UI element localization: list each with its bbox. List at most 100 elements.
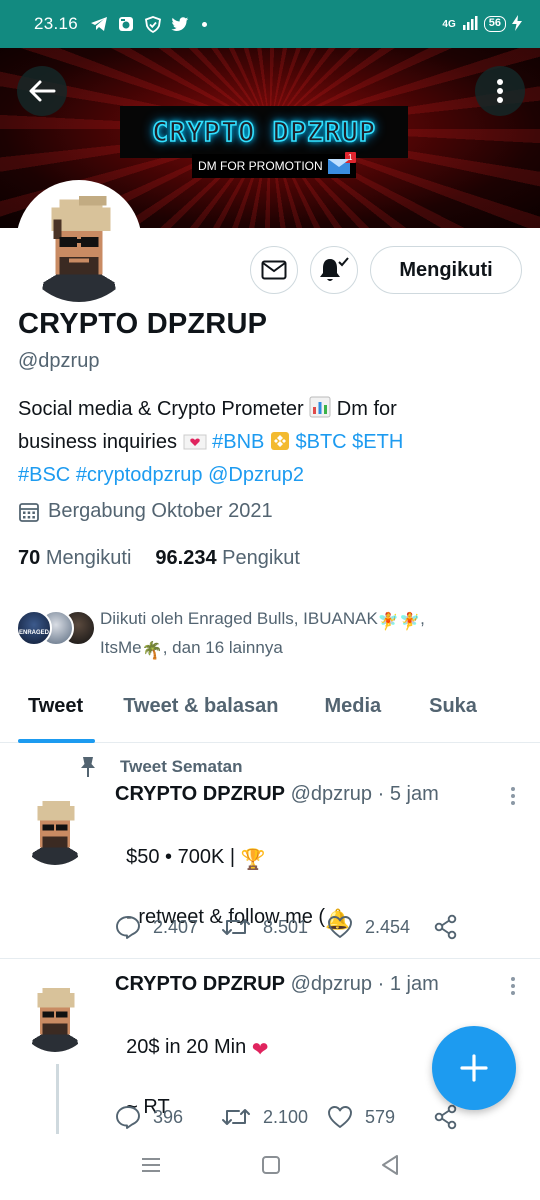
bio-tag-eth[interactable]: $ETH — [352, 431, 403, 453]
reply-action[interactable]: 396 — [115, 1105, 221, 1129]
bio-mention-dpzrup2[interactable]: @Dpzrup2 — [208, 464, 304, 486]
camera-app-icon — [117, 15, 135, 33]
status-time: 23.16 — [34, 14, 79, 33]
retweet-action[interactable]: 2.100 — [221, 1106, 327, 1128]
like-action[interactable]: 579 — [327, 1105, 433, 1129]
share-icon — [434, 1104, 457, 1130]
banner-logo-plate: CRYPTO DPZRUP — [120, 106, 408, 158]
followers-count-link[interactable]: 96.234 Pengikut — [155, 547, 300, 570]
tweet-line1: $50 • 700K | — [126, 846, 241, 868]
tab-tweet-replies[interactable]: Tweet & balasan — [113, 683, 302, 743]
following-label: Mengikuti — [45, 547, 132, 569]
pinned-label: Tweet Sematan — [78, 756, 243, 778]
enraged-bulls-avatar: ENRAGED — [16, 610, 52, 646]
enraged-avatar-text: ENRAGED — [19, 630, 50, 636]
palm-tree-emoji-icon: 🌴 — [141, 641, 163, 660]
tweet-avatar-image — [18, 791, 92, 865]
followed-by-row[interactable]: ENRAGED Diikuti oleh Enraged Bulls, IBUA… — [16, 606, 500, 664]
tweet-body: 20$ in 20 Min ❤ — [115, 1002, 269, 1065]
tweet-more-button[interactable] — [510, 786, 516, 811]
like-action[interactable]: 2.454 — [327, 915, 433, 939]
following-count-link[interactable]: 70 Mengikuti — [18, 547, 131, 570]
tweet-actions: 396 2.100 579 — [115, 1104, 459, 1130]
pinned-text: Tweet Sematan — [120, 757, 243, 776]
bnb-coin-icon — [270, 430, 290, 460]
notifications-button[interactable] — [310, 246, 358, 294]
signal-icon — [462, 15, 478, 34]
trophy-emoji-icon: 🏆 — [240, 849, 266, 871]
envelope-icon — [261, 260, 287, 280]
plus-icon — [460, 1054, 488, 1082]
vertical-dots-icon — [511, 787, 515, 805]
message-button[interactable] — [250, 246, 298, 294]
mail-badge: 1 — [344, 151, 356, 163]
profile-tabs: Tweet Tweet & balasan Media Suka — [0, 683, 540, 743]
retweet-icon — [222, 1109, 250, 1125]
heart-icon — [328, 916, 352, 938]
red-heart-emoji-icon: ❤ — [251, 1039, 269, 1061]
tab-media[interactable]: Media — [302, 683, 405, 743]
tweet-meta: @dpzrup · 1 jam — [290, 973, 439, 995]
bell-check-icon — [320, 257, 349, 281]
back-button[interactable] — [17, 66, 67, 116]
share-icon — [434, 914, 457, 940]
telegram-icon — [90, 15, 108, 33]
profile-avatar[interactable] — [16, 180, 142, 306]
share-action[interactable] — [433, 1104, 459, 1130]
menu-lines-icon — [141, 1157, 160, 1172]
recent-apps-button[interactable] — [140, 1156, 162, 1179]
followed-by-itsme: ItsMe — [100, 638, 142, 657]
bio-tag-bsc[interactable]: #BSC — [18, 464, 70, 486]
like-count: 2.454 — [365, 916, 411, 937]
tweet-meta: @dpzrup · 5 jam — [290, 783, 439, 805]
followed-by-avatars: ENRAGED — [16, 606, 96, 646]
fairy-emoji-icon: 🧚🧚 — [377, 612, 421, 631]
pixel-avatar-image — [20, 184, 138, 302]
tweet-divider — [0, 958, 540, 959]
following-button[interactable]: Mengikuti — [370, 246, 522, 294]
tweet-more-button[interactable] — [510, 976, 516, 1001]
more-options-button[interactable] — [475, 66, 525, 116]
tweet-avatar-image — [18, 978, 92, 1052]
bar-chart-emoji-icon — [309, 396, 331, 427]
tweet-avatar[interactable] — [18, 978, 92, 1052]
tweet-actions: 2.407 8.501 2.454 — [115, 914, 459, 940]
bio-tag-btc[interactable]: $BTC — [295, 431, 346, 453]
square-icon — [261, 1155, 280, 1174]
reply-count: 2.407 — [153, 916, 199, 937]
compose-tweet-button[interactable] — [432, 1026, 516, 1110]
share-action[interactable] — [433, 914, 459, 940]
system-nav-bar — [0, 1134, 540, 1200]
banner-logo-text: CRYPTO DPZRUP — [151, 116, 377, 149]
tweet-author-name[interactable]: CRYPTO DPZRUP — [115, 783, 285, 805]
retweet-icon — [222, 919, 250, 935]
retweet-count: 2.100 — [263, 1106, 309, 1127]
tweet-line1: 20$ in 20 Min — [126, 1036, 252, 1058]
tweet-header: CRYPTO DPZRUP @dpzrup · 5 jam — [115, 783, 439, 806]
followed-by-line1: Diikuti oleh Enraged Bulls, IBUANAK — [100, 609, 378, 628]
tweet-body: $50 • 700K | 🏆 — [115, 812, 266, 875]
reply-count: 396 — [153, 1106, 184, 1127]
tab-tweet[interactable]: Tweet — [0, 683, 113, 743]
heart-icon — [328, 1106, 352, 1128]
vertical-dots-icon — [511, 977, 515, 995]
reply-action[interactable]: 2.407 — [115, 915, 221, 939]
network-type: 4G — [442, 18, 456, 30]
notification-dot — [202, 21, 208, 27]
profile-name: CRYPTO DPZRUP — [18, 308, 268, 340]
home-button[interactable] — [261, 1155, 281, 1180]
twitter-bird-icon — [171, 15, 189, 33]
status-bar: 23.16 4G 56 — [0, 0, 540, 48]
retweet-action[interactable]: 8.501 — [221, 916, 327, 938]
system-back-button[interactable] — [380, 1154, 400, 1181]
joined-date: Bergabung Oktober 2021 — [18, 500, 273, 523]
calendar-icon — [19, 502, 39, 522]
like-count: 579 — [365, 1106, 396, 1127]
tweet-avatar[interactable] — [18, 791, 92, 865]
bio-text-1: Social media & Crypto Prometer — [18, 398, 304, 420]
bio-tag-bnb[interactable]: #BNB — [212, 431, 264, 453]
bio-tag-cryptodpzrup[interactable]: #cryptodpzrup — [76, 464, 203, 486]
tweet-author-name[interactable]: CRYPTO DPZRUP — [115, 973, 285, 995]
followed-by-text: Diikuti oleh Enraged Bulls, IBUANAK🧚🧚, I… — [100, 606, 500, 664]
tab-likes[interactable]: Suka — [405, 683, 489, 743]
